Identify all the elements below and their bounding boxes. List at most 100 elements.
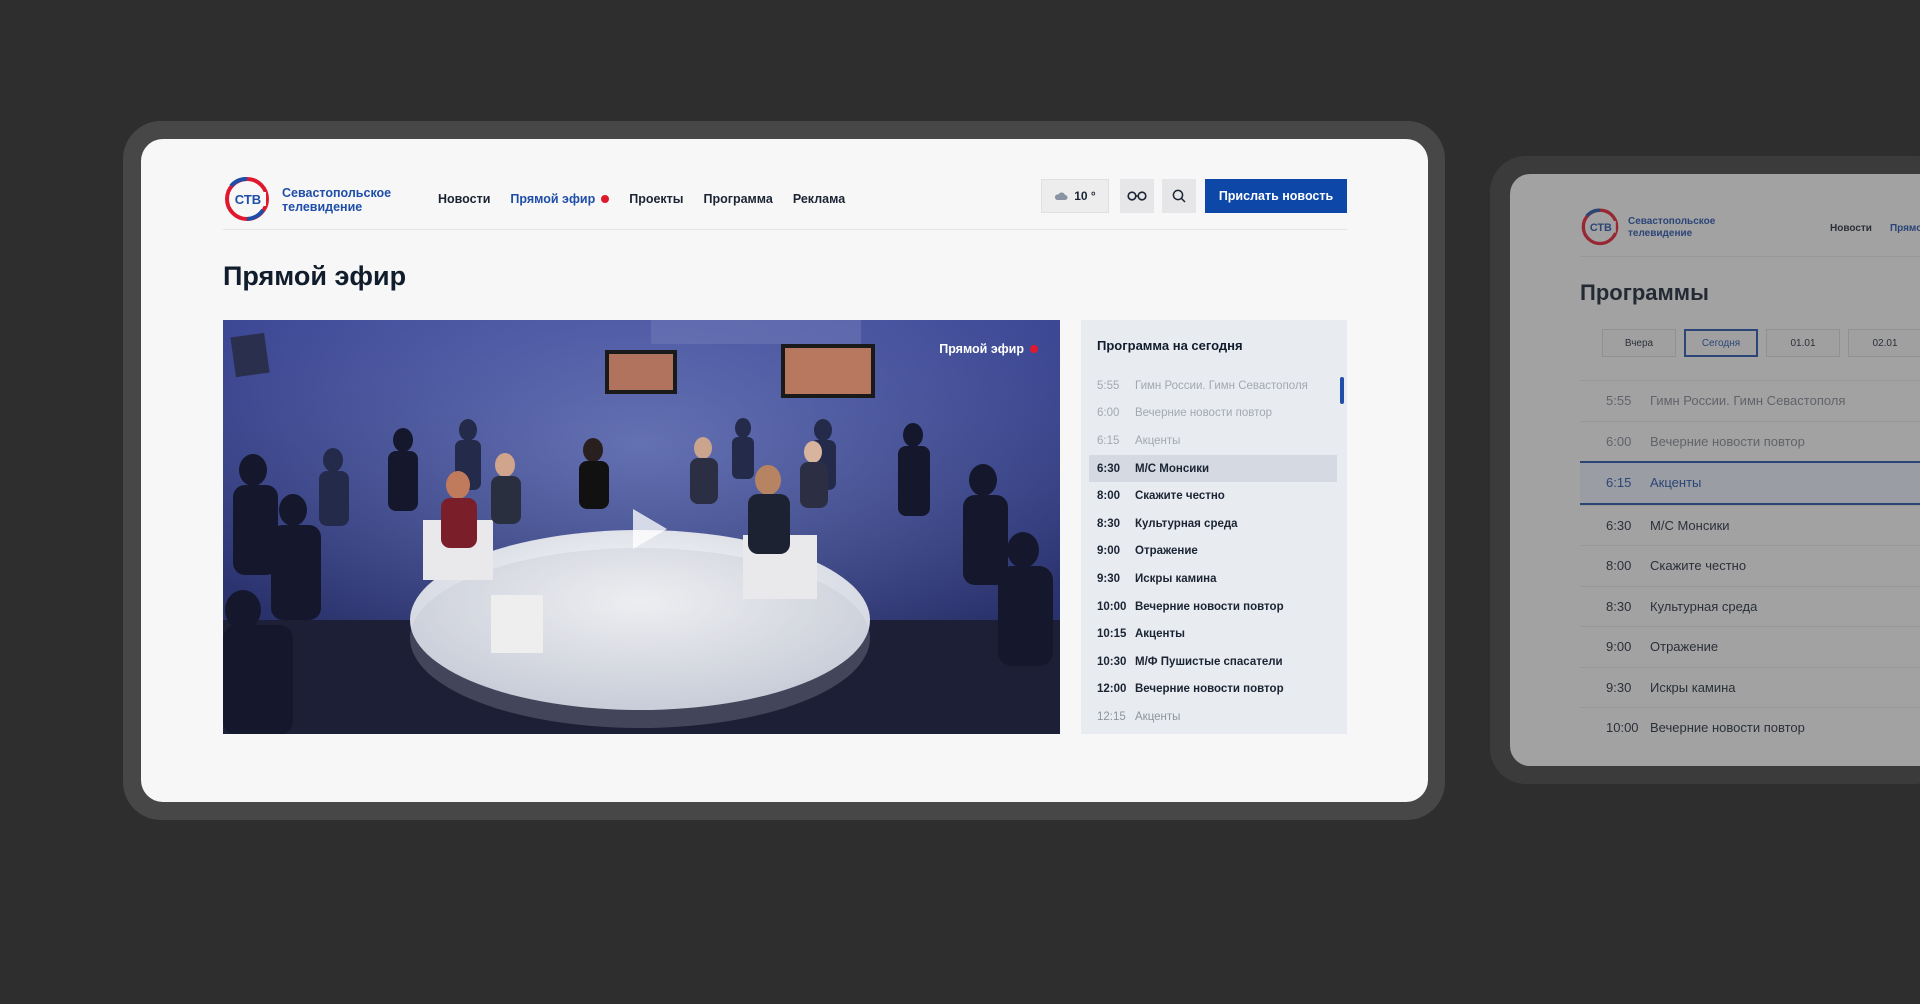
- logo-text: Севастопольское телевидение: [282, 186, 402, 214]
- schedule-row[interactable]: 5:55 Гимн России. Гимн Севастополя: [1089, 372, 1337, 400]
- schedule-row[interactable]: 10:15 Акценты: [1089, 620, 1337, 648]
- schedule-program: Гимн России. Гимн Севастополя: [1650, 393, 1846, 409]
- schedule-row[interactable]: 9:30 Искры камина: [1089, 565, 1337, 593]
- search-button[interactable]: [1162, 179, 1196, 213]
- schedule-time: 8:30: [1097, 517, 1121, 530]
- schedule-time: 6:30: [1097, 462, 1121, 475]
- nav-item-label: Новости: [438, 192, 491, 206]
- schedule-time: 8:00: [1606, 558, 1632, 574]
- schedule-row[interactable]: 9:00 Отражение: [1089, 538, 1337, 566]
- schedule-time: 5:55: [1097, 379, 1120, 392]
- accessibility-button[interactable]: [1120, 179, 1154, 213]
- secondary-nav: Новости Прямой эфир: [1830, 223, 1920, 234]
- date-tab[interactable]: 02.01: [1848, 329, 1920, 357]
- schedule-scrollbar[interactable]: [1340, 377, 1344, 404]
- schedule-time: 9:00: [1606, 639, 1632, 655]
- schedule-row[interactable]: 6:00 Вечерние новости повтор: [1089, 400, 1337, 428]
- nav-item-4[interactable]: Реклама: [793, 192, 845, 206]
- site-header: СТВ Севастопольское телевидение Новости П…: [223, 173, 1347, 230]
- schedule-program: Культурная среда: [1135, 517, 1238, 530]
- nav-item-label: Проекты: [629, 192, 684, 206]
- schedule-time: 6:00: [1606, 433, 1632, 449]
- schedule-time: 10:00: [1097, 600, 1127, 613]
- schedule-time: 12:15: [1097, 710, 1126, 723]
- schedule-row[interactable]: 8:00 Скажите честно: [1089, 482, 1337, 510]
- schedule-row[interactable]: 12:15 Акценты: [1089, 703, 1337, 731]
- secondary-nav-item-0[interactable]: Новости: [1830, 223, 1872, 234]
- play-button[interactable]: [623, 503, 675, 555]
- play-icon: [633, 509, 667, 549]
- secondary-nav-label: Прямой эфир: [1889, 223, 1920, 234]
- schedule-row[interactable]: 6:15 Акценты: [1089, 427, 1337, 455]
- secondary-schedule-row[interactable]: 5:55 Гимн России. Гимн Севастополя: [1580, 380, 1920, 421]
- schedule-time: 6:15: [1097, 434, 1120, 447]
- main-nav: Новости Прямой эфир Проекты Программа Реклам…: [438, 192, 865, 206]
- secondary-schedule-row[interactable]: 8:00 Скажите честно: [1580, 545, 1920, 586]
- nav-item-label: Реклама: [792, 192, 846, 206]
- secondary-schedule-row[interactable]: 8:30 Культурная среда: [1580, 585, 1920, 627]
- secondary-schedule-row[interactable]: 6:30 М/С Монсики: [1580, 504, 1920, 546]
- schedule-program: Искры камина: [1650, 679, 1736, 695]
- secondary-schedule-row[interactable]: 9:00 Отражение: [1580, 626, 1920, 667]
- nav-item-2[interactable]: Проекты: [629, 192, 683, 206]
- nav-item-label: Программа: [703, 192, 773, 206]
- schedule-row[interactable]: 6:30 М/С Монсики: [1089, 454, 1337, 483]
- secondary-schedule-list: 5:55 Гимн России. Гимн Севастополя 6:00 Веч…: [1580, 380, 1920, 748]
- screen-main: СТВ Севастопольское телевидение Новости П…: [141, 139, 1428, 802]
- schedule-row[interactable]: 12:00 Вечерние новости повтор: [1089, 676, 1337, 704]
- schedule-time: 8:30: [1606, 598, 1632, 614]
- schedule-title: Программа на сегодня: [1097, 338, 1243, 353]
- schedule-time: 10:30: [1097, 655, 1127, 668]
- schedule-time: 6:00: [1097, 407, 1120, 420]
- nav-item-1[interactable]: Прямой эфир: [510, 192, 610, 206]
- logo[interactable]: СТВ Севастопольское телевидение: [223, 173, 393, 225]
- schedule-list: 5:55 Гимн России. Гимн Севастополя 6:00 Веч…: [1089, 372, 1337, 731]
- schedule-time: 12:00: [1097, 683, 1127, 696]
- search-icon: [1172, 189, 1186, 203]
- schedule-program: Искры камина: [1135, 572, 1217, 585]
- weather-widget[interactable]: 10 °: [1041, 179, 1109, 213]
- schedule-row[interactable]: 8:30 Культурная среда: [1089, 510, 1337, 538]
- secondary-header: СТВ Севастопольское телевидение Новости П…: [1580, 204, 1920, 257]
- secondary-schedule-row[interactable]: 9:30 Искры камина: [1580, 666, 1920, 708]
- schedule-program: Скажите честно: [1650, 558, 1747, 574]
- schedule-row[interactable]: 10:30 М/Ф Пушистые спасатели: [1089, 648, 1337, 676]
- schedule-panel: Программа на сегодня 5:55 Гимн России. Ги…: [1081, 320, 1347, 734]
- date-tab[interactable]: Сегодня: [1684, 329, 1758, 357]
- schedule-time: 10:15: [1097, 628, 1127, 641]
- secondary-schedule-row[interactable]: 10:00 Вечерние новости повтор: [1580, 707, 1920, 748]
- date-tab[interactable]: 01.01: [1766, 329, 1840, 357]
- secondary-nav-label: Новости: [1830, 223, 1872, 234]
- send-news-button[interactable]: Прислать новость: [1205, 179, 1347, 213]
- schedule-program: Вечерние новости повтор: [1135, 407, 1273, 420]
- logo-line1: Севастопольское: [282, 186, 392, 200]
- secondary-logo-line2: телевидение: [1628, 228, 1693, 239]
- schedule-time: 9:00: [1097, 545, 1121, 558]
- schedule-program: Скажите честно: [1135, 490, 1225, 503]
- video-player[interactable]: Прямой эфир: [223, 320, 1060, 734]
- secondary-logo-line1: Севастопольское: [1628, 216, 1716, 227]
- secondary-schedule-row[interactable]: 6:00 Вечерние новости повтор: [1580, 420, 1920, 462]
- schedule-program: Вечерние новости повтор: [1650, 433, 1805, 449]
- weather-temp: 10 °: [1074, 189, 1096, 203]
- date-tab[interactable]: Вчера: [1602, 329, 1676, 357]
- logo-emblem-icon: СТВ: [225, 177, 269, 221]
- schedule-time: 5:55: [1606, 393, 1632, 409]
- secondary-nav-item-1[interactable]: Прямой эфир: [1890, 223, 1920, 234]
- nav-item-0[interactable]: Новости: [438, 192, 490, 206]
- schedule-row[interactable]: 10:00 Вечерние новости повтор: [1089, 593, 1337, 621]
- schedule-program: Вечерние новости повтор: [1135, 683, 1284, 696]
- schedule-program: Гимн России. Гимн Севастополя: [1135, 379, 1308, 392]
- nav-item-3[interactable]: Программа: [703, 192, 772, 206]
- schedule-program: Акценты: [1135, 434, 1181, 447]
- secondary-schedule-row[interactable]: 6:15 Акценты: [1580, 461, 1920, 505]
- cloud-icon: [1055, 192, 1068, 200]
- secondary-page-title: Программы: [1580, 280, 1709, 305]
- date-tabs: Вчера Сегодня 01.01 02.01: [1602, 329, 1920, 357]
- live-dot: [601, 195, 610, 203]
- schedule-time: 6:30: [1606, 517, 1632, 533]
- schedule-program: Отражение: [1135, 545, 1198, 558]
- schedule-time: 9:30: [1606, 679, 1632, 695]
- schedule-time: 8:00: [1097, 490, 1121, 503]
- live-indicator: Прямой эфир: [939, 342, 1038, 356]
